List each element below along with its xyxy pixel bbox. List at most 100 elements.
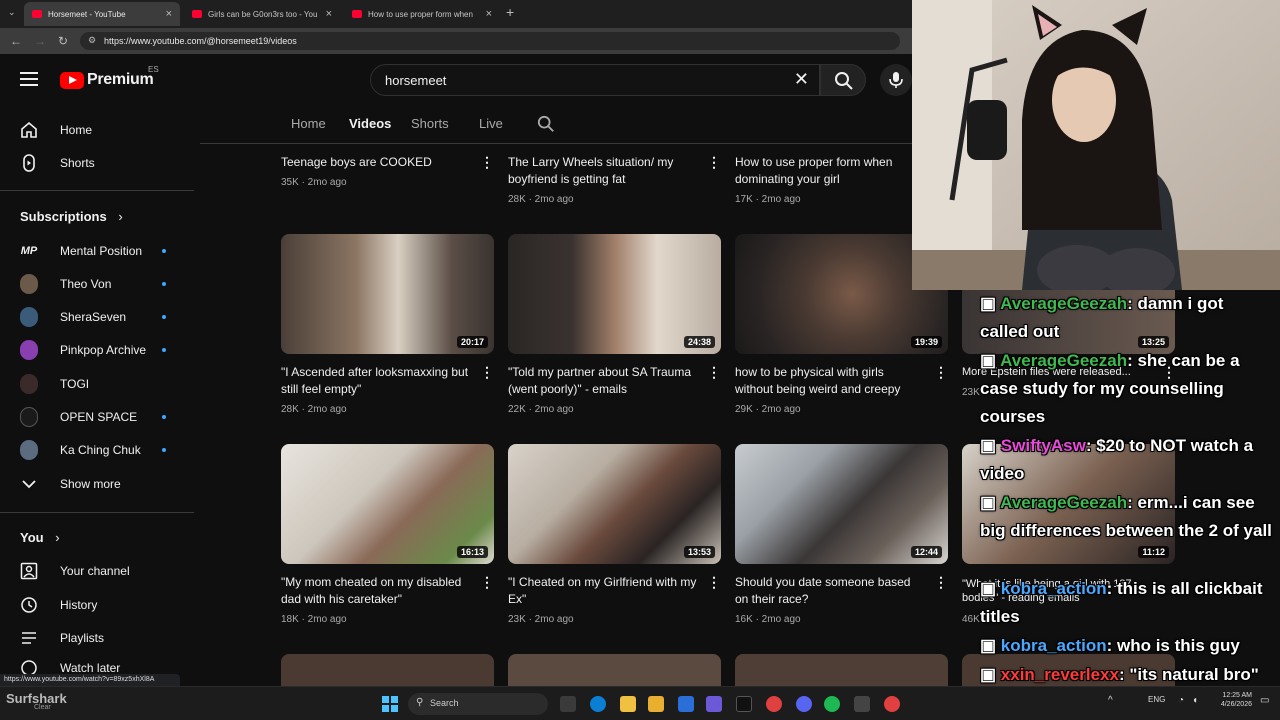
more-options-icon[interactable]: ⋮ — [480, 364, 495, 381]
sidebar-item-subscription[interactable]: SheraSeven — [12, 301, 190, 333]
video-thumbnail[interactable] — [281, 654, 494, 686]
volume-icon[interactable]: ◖ — [1192, 695, 1198, 706]
wifi-icon[interactable]: ◔ — [1178, 695, 1184, 706]
discord-icon[interactable] — [796, 696, 812, 712]
close-tab-icon[interactable]: × — [166, 8, 172, 20]
home-icon — [20, 121, 38, 139]
video-title[interactable]: Teenage boys are COOKED — [281, 154, 471, 171]
forward-icon[interactable]: → — [34, 34, 46, 48]
spotify-icon[interactable] — [824, 696, 840, 712]
more-options-icon[interactable]: ⋮ — [707, 364, 722, 381]
sidebar-item-playlists[interactable]: Playlists — [12, 622, 190, 654]
sidebar-item-subscription[interactable]: OPEN SPACE — [12, 401, 190, 433]
language-indicator[interactable]: ENG — [1148, 695, 1165, 704]
windows-start-icon[interactable] — [382, 696, 398, 712]
new-tab-icon[interactable]: + — [506, 4, 514, 20]
sidebar-item-subscription[interactable]: Ka Ching Chuk — [12, 434, 190, 466]
sidebar-item-subscription[interactable]: Pinkpop Archive — [12, 334, 190, 366]
video-thumbnail[interactable]: 24:38 — [508, 234, 721, 354]
chat-message: ▣ AverageGeezah: she can be a case study… — [980, 347, 1276, 431]
video-title[interactable]: "I Cheated on my Girlfriend with my Ex" — [508, 574, 698, 608]
sidebar-item-subscription[interactable]: TOGI — [12, 368, 190, 400]
new-content-dot — [162, 415, 166, 419]
tab-live[interactable]: Live — [479, 116, 503, 131]
video-thumbnail[interactable]: 13:53 — [508, 444, 721, 564]
video-thumbnail[interactable]: 16:13 — [281, 444, 494, 564]
site-info-icon[interactable]: ⚙ — [88, 35, 96, 46]
video-meta: 28K · 2mo ago — [508, 194, 574, 205]
tab-list-icon[interactable]: ⌄ — [8, 7, 16, 18]
tab-title: Horsemeet - YouTube — [48, 9, 126, 19]
teams-icon[interactable] — [706, 696, 722, 712]
channel-avatar — [20, 307, 38, 327]
channel-search-icon[interactable] — [537, 115, 555, 133]
task-view-icon[interactable] — [560, 696, 576, 712]
video-title[interactable]: "My mom cheated on my disabled dad with … — [281, 574, 471, 608]
sidebar-item-label: Playlists — [60, 631, 105, 645]
channel-avatar-wrap — [20, 340, 38, 360]
hamburger-menu-icon[interactable] — [20, 72, 38, 86]
video-title[interactable]: "Told my partner about SA Trauma (went p… — [508, 364, 698, 398]
new-content-dot — [162, 249, 166, 253]
sidebar-item-your-channel[interactable]: Your channel — [12, 555, 190, 587]
video-meta: 22K · 2mo ago — [508, 404, 574, 415]
stream-chat-overlay: ▣ AverageGeezah: damn i got called out ▣… — [962, 290, 1280, 686]
search-input[interactable]: horsemeet ✕ — [370, 64, 820, 96]
chrome-icon[interactable] — [766, 696, 782, 712]
voice-search-button[interactable] — [880, 64, 912, 96]
more-options-icon[interactable]: ⋮ — [707, 574, 722, 591]
clear-search-icon[interactable]: ✕ — [794, 69, 809, 90]
sidebar-item-home[interactable]: Home — [12, 114, 190, 146]
weather-widget[interactable]: Surfshark Clear — [6, 691, 67, 711]
you-heading[interactable]: You › — [20, 530, 60, 545]
microphone-icon — [889, 72, 903, 88]
notification-icon[interactable]: ▭ — [1260, 695, 1269, 706]
video-title[interactable]: "I Ascended after looksmaxxing but still… — [281, 364, 471, 398]
edge-icon[interactable] — [590, 696, 606, 712]
store-icon[interactable] — [678, 696, 694, 712]
browser-tab-active[interactable]: Horsemeet - YouTube × — [24, 2, 180, 26]
more-options-icon[interactable]: ⋮ — [480, 574, 495, 591]
video-title[interactable]: Should you date someone based on their r… — [735, 574, 925, 608]
video-thumbnail[interactable] — [508, 654, 721, 686]
back-icon[interactable]: ← — [10, 34, 22, 48]
show-more-button[interactable]: Show more — [12, 468, 190, 500]
reload-icon[interactable]: ↻ — [58, 34, 68, 48]
close-tab-icon[interactable]: × — [326, 8, 332, 20]
clock-time: 12:25 AM — [1222, 692, 1252, 699]
video-title[interactable]: how to be physical with girls without be… — [735, 364, 925, 398]
video-title[interactable]: The Larry Wheels situation/ my boyfriend… — [508, 154, 698, 188]
tiktok-icon[interactable] — [736, 696, 752, 712]
obs-icon[interactable] — [854, 696, 870, 712]
file-explorer-icon[interactable] — [648, 696, 664, 712]
tab-videos[interactable]: Videos — [349, 116, 391, 131]
url-field[interactable]: ⚙ https://www.youtube.com/@horsemeet19/v… — [80, 32, 900, 50]
more-options-icon[interactable]: ⋮ — [480, 154, 495, 171]
browser-tab[interactable]: Girls can be G0on3rs too - You × — [184, 2, 340, 26]
tab-home[interactable]: Home — [291, 116, 326, 131]
video-thumbnail[interactable]: 12:44 — [735, 444, 948, 564]
tray-overflow-icon[interactable]: ^ — [1108, 695, 1113, 706]
sidebar-item-history[interactable]: History — [12, 589, 190, 621]
browser-tab[interactable]: How to use proper form when × — [344, 2, 500, 26]
chrome-app-icon[interactable] — [620, 696, 636, 712]
sidebar-item-subscription[interactable]: MP Mental Position — [12, 235, 190, 267]
clock[interactable]: 12:25 AM 4/26/2026 — [1212, 692, 1252, 708]
video-thumbnail[interactable]: 20:17 — [281, 234, 494, 354]
search-button[interactable] — [820, 64, 866, 96]
tab-shorts[interactable]: Shorts — [411, 116, 449, 131]
subscriptions-heading[interactable]: Subscriptions › — [20, 209, 123, 224]
youtube-premium-logo[interactable]: Premium ES — [60, 65, 159, 89]
taskbar-search-input[interactable]: ⚲ Search — [408, 693, 548, 715]
chat-username: kobra_action — [1000, 636, 1107, 655]
close-tab-icon[interactable]: × — [486, 8, 492, 20]
more-options-icon[interactable]: ⋮ — [934, 364, 949, 381]
more-options-icon[interactable]: ⋮ — [934, 574, 949, 591]
sidebar-item-shorts[interactable]: Shorts — [12, 147, 190, 179]
chrome-active-icon[interactable] — [884, 696, 900, 712]
channel-tabs: Home Videos Shorts Live — [200, 106, 912, 144]
video-title[interactable]: How to use proper form when dominating y… — [735, 154, 925, 188]
sidebar-item-subscription[interactable]: Theo Von — [12, 268, 190, 300]
video-thumbnail[interactable] — [735, 654, 948, 686]
more-options-icon[interactable]: ⋮ — [707, 154, 722, 171]
